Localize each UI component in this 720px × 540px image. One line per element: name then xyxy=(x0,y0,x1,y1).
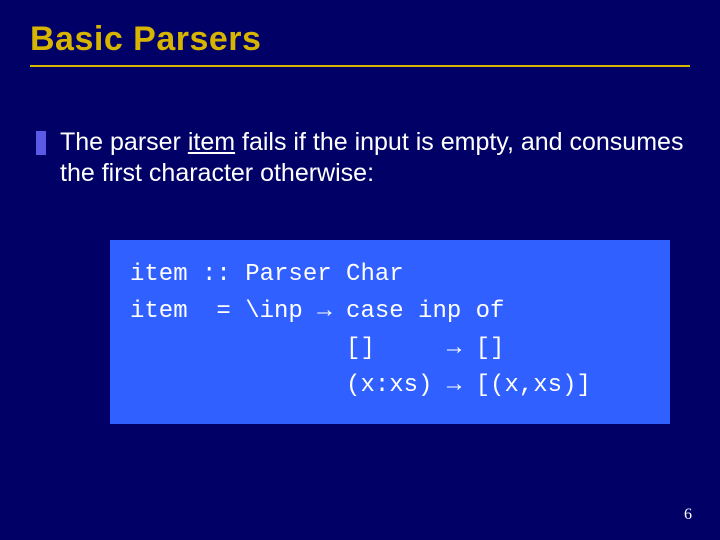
bullet-text-pre: The parser xyxy=(60,128,188,156)
bullet-marker xyxy=(36,131,46,155)
slide-title: Basic Parsers xyxy=(30,20,690,59)
bullet-text: The parser item fails if the input is em… xyxy=(60,127,690,190)
code-line-2: item = \inp → case inp of xyxy=(130,298,504,325)
code-line-1: item :: Parser Char xyxy=(130,261,404,288)
page-number: 6 xyxy=(684,506,692,524)
bullet-text-underlined: item xyxy=(188,128,235,156)
code-line-3: [] → [] xyxy=(130,335,504,362)
slide: Basic Parsers The parser item fails if t… xyxy=(0,0,720,540)
bullet-item: The parser item fails if the input is em… xyxy=(36,127,690,190)
code-line-4: (x:xs) → [(x,xs)] xyxy=(130,372,591,399)
title-underline xyxy=(30,65,690,67)
code-block: item :: Parser Char item = \inp → case i… xyxy=(110,240,670,425)
